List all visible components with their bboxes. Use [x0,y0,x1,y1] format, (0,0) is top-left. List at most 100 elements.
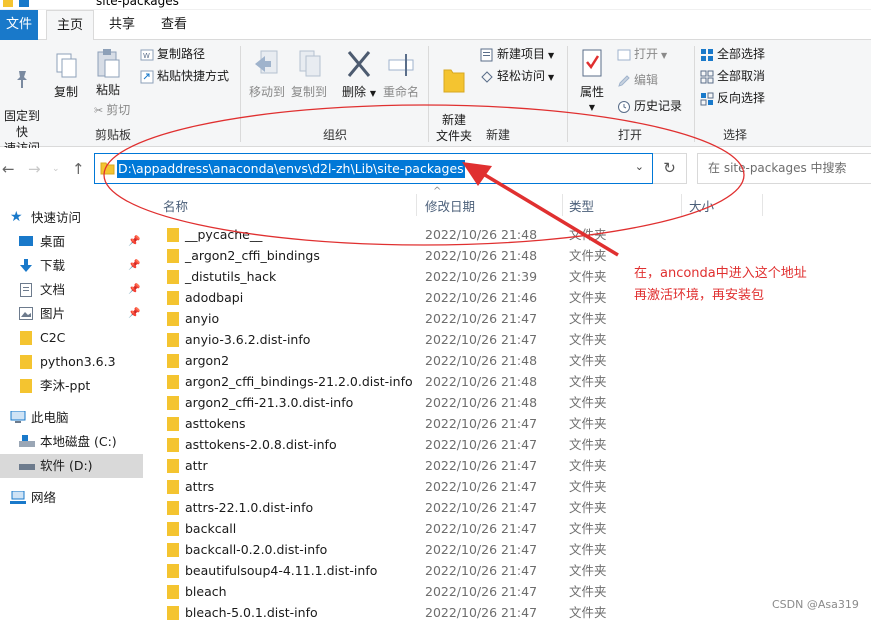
copy-button[interactable]: 复制 [50,52,82,100]
nav-item-python[interactable]: python3.6.3 [0,350,143,374]
paste-button[interactable]: 粘贴 [92,48,124,98]
delete-button[interactable]: 删除 ▼ [340,48,378,102]
column-header-date[interactable]: 修改日期 [425,196,475,215]
tab-view[interactable]: 查看 [154,10,194,40]
file-type: 文件夹 [569,290,607,305]
column-header-type[interactable]: 类型 [569,196,594,215]
folder-icon [167,543,179,557]
easy-access-button[interactable]: 轻松访问 ▼ [480,66,554,86]
table-row[interactable]: anyio 2022/10/26 21:47 文件夹 [148,308,871,329]
new-item-label: 新建项目 [497,47,546,61]
title-bar: site-packages [0,0,871,10]
select-all-label: 全部选择 [717,47,766,61]
forward-arrow-icon[interactable]: → [28,160,41,178]
tab-file[interactable]: 文件 [0,10,38,40]
nav-item-network[interactable]: 网络 [0,486,143,510]
tab-home[interactable]: 主页 [46,10,94,41]
paste-shortcut-icon [140,70,154,83]
copy-path-label: 复制路径 [157,47,206,61]
table-row[interactable]: attrs 2022/10/26 21:47 文件夹 [148,476,871,497]
address-bar[interactable]: D:\appaddress\anaconda\envs\d2l-zh\Lib\s… [94,153,653,184]
table-row[interactable]: argon2 2022/10/26 21:48 文件夹 [148,350,871,371]
file-date: 2022/10/26 21:47 [425,521,538,536]
rename-button[interactable]: 重命名 [380,48,422,100]
history-button[interactable]: 历史记录 [617,96,682,116]
column-divider[interactable] [416,194,417,216]
chevron-down-icon: ▼ [369,89,376,98]
new-item-button[interactable]: 新建项目 ▼ [480,44,554,64]
nav-item-documents[interactable]: 文档 📌 [0,278,143,302]
column-divider[interactable] [562,194,563,216]
file-type: 文件夹 [569,332,607,347]
table-row[interactable]: backcall-0.2.0.dist-info 2022/10/26 21:47… [148,539,871,560]
copy-to-button[interactable]: 复制到 [288,48,330,100]
tab-share[interactable]: 共享 [102,10,142,40]
file-name: argon2_cffi-21.3.0.dist-info [185,395,354,410]
scissors-icon: ✂ [94,103,104,117]
table-row[interactable]: bleach 2022/10/26 21:47 文件夹 [148,581,871,602]
edit-label: 编辑 [634,73,659,87]
file-date: 2022/10/26 21:48 [425,395,538,410]
select-none-label: 全部取消 [717,69,766,83]
nav-item-downloads[interactable]: 下载 📌 [0,254,143,278]
search-input[interactable]: 在 site-packages 中搜索 [697,153,871,184]
file-name: argon2_cffi_bindings-21.2.0.dist-info [185,374,413,389]
window-title: site-packages [96,0,179,8]
select-all-button[interactable]: 全部选择 [700,44,765,64]
document-icon [20,283,32,297]
recent-locations-chevron-icon[interactable]: ⌄ [52,164,60,174]
properties-button[interactable]: 属性 ▼ [574,48,610,116]
table-row[interactable]: backcall 2022/10/26 21:47 文件夹 [148,518,871,539]
cut-button[interactable]: ✂ 剪切 [94,100,130,120]
copy-path-button[interactable]: W 复制路径 [140,44,205,64]
file-type: 文件夹 [569,395,607,410]
table-row[interactable]: asttokens-2.0.8.dist-info 2022/10/26 21:4… [148,434,871,455]
nav-item-limu-ppt[interactable]: 李沐-ppt [0,374,143,398]
properties-icon [582,49,602,77]
nav-item-drive-d[interactable]: 软件 (D:) [0,454,143,478]
table-row[interactable]: anyio-3.6.2.dist-info 2022/10/26 21:47 文件夹 [148,329,871,350]
refresh-button[interactable]: ↻ [653,153,687,184]
file-name: attrs-22.1.0.dist-info [185,500,314,515]
move-to-button[interactable]: 移动到 [246,48,288,100]
column-divider[interactable] [762,194,763,216]
column-divider[interactable] [681,194,682,216]
table-row[interactable]: beautifulsoup4-4.11.1.dist-info 2022/10/2… [148,560,871,581]
column-header-size[interactable]: 大小 [689,196,714,215]
invert-selection-button[interactable]: 反向选择 [700,88,765,108]
download-icon [20,259,32,272]
address-path-text[interactable]: D:\appaddress\anaconda\envs\d2l-zh\Lib\s… [117,160,465,178]
table-row[interactable]: asttokens 2022/10/26 21:47 文件夹 [148,413,871,434]
table-row[interactable]: attrs-22.1.0.dist-info 2022/10/26 21:47 文件… [148,497,871,518]
file-name: backcall-0.2.0.dist-info [185,542,328,557]
paste-shortcut-label: 粘贴快捷方式 [157,69,230,83]
new-folder-button[interactable]: 新建 文件夹 [434,48,474,144]
file-name: asttokens [185,416,246,431]
edit-button[interactable]: 编辑 [617,70,658,90]
pin-quick-access-button[interactable]: 固定到快 速访问 [0,52,44,156]
folder-icon [167,312,179,326]
chevron-down-icon[interactable]: ⌄ [635,160,644,173]
folder-icon [167,375,179,389]
back-arrow-icon[interactable]: ← [2,160,15,178]
up-arrow-icon[interactable]: ↑ [72,160,85,178]
table-row[interactable]: bleach-5.0.1.dist-info 2022/10/26 21:47 文件… [148,602,871,620]
table-row[interactable]: argon2_cffi_bindings-21.2.0.dist-info 202… [148,371,871,392]
table-row[interactable]: __pycache__ 2022/10/26 21:48 文件夹 [148,224,871,245]
nav-item-c2c[interactable]: C2C [0,326,143,350]
file-name: argon2 [185,353,230,368]
save-icon[interactable] [18,0,30,8]
folder-icon [100,162,115,175]
folder-icon [167,606,179,620]
open-button[interactable]: 打开 ▼ [617,44,667,64]
nav-item-drive-c[interactable]: 本地磁盘 (C:) [0,430,143,454]
nav-item-desktop[interactable]: 桌面 📌 [0,230,143,254]
paste-shortcut-button[interactable]: 粘贴快捷方式 [140,66,229,86]
nav-item-this-pc[interactable]: 此电脑 [0,406,143,430]
nav-item-quick-access[interactable]: ★ 快速访问 [0,206,143,230]
nav-item-pictures[interactable]: 图片 📌 [0,302,143,326]
table-row[interactable]: attr 2022/10/26 21:47 文件夹 [148,455,871,476]
table-row[interactable]: argon2_cffi-21.3.0.dist-info 2022/10/26 2… [148,392,871,413]
select-none-button[interactable]: 全部取消 [700,66,765,86]
column-header-name[interactable]: 名称 [163,196,188,215]
